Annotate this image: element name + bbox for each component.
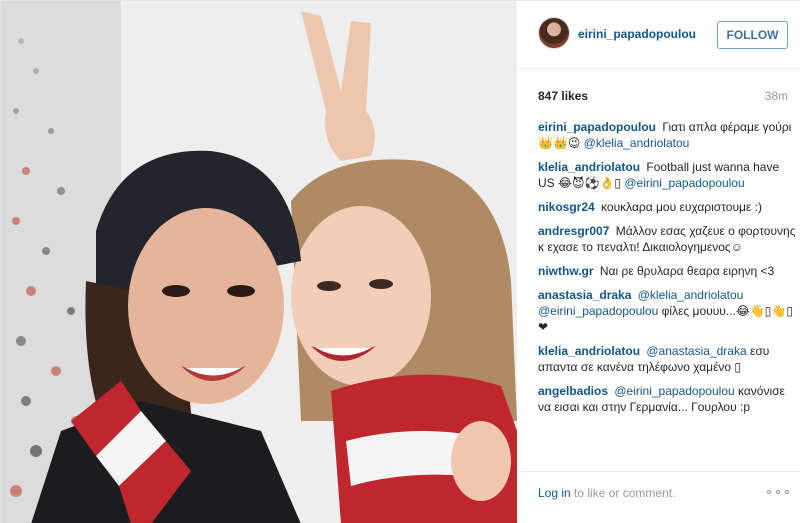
post-photo xyxy=(1,1,517,523)
author-username[interactable]: eirini_papadopoulou xyxy=(578,27,696,41)
comment-mention[interactable]: @eirini_papadopoulou xyxy=(624,176,744,190)
comment-item: eirini_papadopoulou Γιατι απλα φέραμε γο… xyxy=(538,119,796,151)
more-dot xyxy=(785,490,789,494)
likes-count[interactable]: 847 likes xyxy=(538,89,588,103)
login-link[interactable]: Log in xyxy=(538,486,571,500)
comment-mention[interactable]: @eirini_papadopoulou xyxy=(614,384,734,398)
comment-item: klelia_andriolatou Football just wanna h… xyxy=(538,159,796,191)
comment-author[interactable]: eirini_papadopoulou xyxy=(538,120,656,134)
comment-author[interactable]: angelbadios xyxy=(538,384,608,398)
comment-author[interactable]: nikosgr24 xyxy=(538,200,595,214)
post-footer: Log in to like or comment. xyxy=(518,471,800,523)
comment-item: niwthw.gr Ναι ρε θρυλαρα θεαρα ειρηνη <3 xyxy=(538,263,796,279)
comment-author[interactable]: niwthw.gr xyxy=(538,264,594,278)
comment-author[interactable]: anastasia_draka xyxy=(538,288,631,302)
comment-item: nikosgr24 κουκλαρα μου ευχαριστουμε :) xyxy=(538,199,796,215)
comment-author[interactable]: andresgr007 xyxy=(538,224,609,238)
selfie-image xyxy=(1,1,517,523)
comments-list: eirini_papadopoulou Γιατι απλα φέραμε γο… xyxy=(538,119,796,459)
post-header: eirini_papadopoulou FOLLOW xyxy=(518,1,800,69)
post-details-panel: eirini_papadopoulou FOLLOW 847 likes 38m… xyxy=(518,1,800,523)
login-prompt: Log in to like or comment. xyxy=(538,486,675,500)
comment-text: κουκλαρα μου ευχαριστουμε :) xyxy=(601,200,762,214)
login-prompt-text: to like or comment. xyxy=(570,486,676,500)
comment-item: anastasia_draka @klelia_andriolatou @eir… xyxy=(538,287,796,335)
comment-item: andresgr007 Μάλλον εσας χαζευε ο φορτουν… xyxy=(538,223,796,255)
comment-mention[interactable]: @klelia_andriolatou xyxy=(584,136,690,150)
instagram-post: eirini_papadopoulou FOLLOW 847 likes 38m… xyxy=(0,0,800,523)
follow-button[interactable]: FOLLOW xyxy=(717,21,788,49)
comment-item: angelbadios @eirini_papadopoulou κανόνισ… xyxy=(538,383,796,415)
comment-author[interactable]: klelia_andriolatou xyxy=(538,160,640,174)
profile-avatar[interactable] xyxy=(538,17,570,49)
comment-mention[interactable]: @anastasia_draka xyxy=(646,344,746,358)
more-dot xyxy=(767,490,771,494)
post-time[interactable]: 38m xyxy=(765,89,788,103)
more-dot xyxy=(776,490,780,494)
more-options-icon[interactable] xyxy=(767,487,789,497)
comment-text: Ναι ρε θρυλαρα θεαρα ειρηνη <3 xyxy=(599,264,775,278)
comment-item: klelia_andriolatou @anastasia_draka εσυ … xyxy=(538,343,796,375)
post-stats: 847 likes 38m xyxy=(538,87,788,105)
comment-author[interactable]: klelia_andriolatou xyxy=(538,344,640,358)
